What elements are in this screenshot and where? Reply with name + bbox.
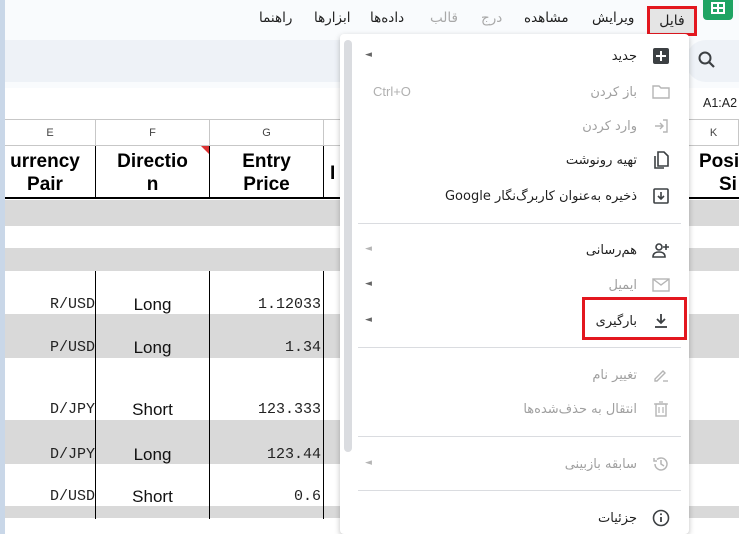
save-icon [649,186,673,206]
header-direction[interactable]: Directio n [96,146,210,199]
column-header-g[interactable]: G [210,120,324,146]
shortcut-label: Ctrl+O [373,84,411,99]
sheets-logo-icon[interactable] [703,0,733,20]
cell-border [323,271,324,519]
submenu-arrow-icon: ◄ [365,458,372,468]
submenu-arrow-icon: ◄ [365,315,372,325]
row-band [689,420,739,464]
share-icon [649,240,673,260]
cell-border [95,271,96,519]
header-text-line: Entry [242,151,291,172]
menu-label: وارد کردن [582,118,637,134]
cell-border [209,271,210,519]
row-band [689,248,739,271]
trash-icon [649,399,673,419]
cell-entry-price[interactable]: 1.12033 [210,290,324,320]
info-icon [649,508,673,528]
cell-currency-pair[interactable]: D/JPY [5,440,95,470]
header-currency-pair[interactable]: urrency Pair [5,146,96,199]
menu-label: ایمیل [608,277,637,293]
header-position-size[interactable]: Posi Si [689,146,739,199]
menu-item-make-copy[interactable]: تهیه رونوشت [349,144,679,176]
menu-label: تغییر نام [592,367,637,383]
header-text-line: urrency [10,151,80,172]
menu-label: باز کردن [590,84,637,100]
menu-view[interactable]: مشاهده [524,10,569,26]
cell-currency-pair[interactable]: D/USD [5,482,95,512]
menu-item-new[interactable]: جدید ◄ [349,40,679,72]
mail-icon [649,275,673,295]
menu-item-move-to-trash[interactable]: انتقال به حذف‌شده‌ها [349,393,679,425]
rename-icon [649,365,673,385]
menu-item-save-as-sheets[interactable]: ذخیره به‌عنوان کاربرگ‌نگار Google [349,180,679,212]
menu-label: هم‌رسانی [585,242,637,258]
row-band [689,314,739,358]
menu-label: انتقال به حذف‌شده‌ها [523,401,637,417]
menu-edit[interactable]: ویرایش [592,10,634,26]
cell-currency-pair[interactable]: P/USD [5,333,95,363]
menu-format[interactable]: قالب [430,10,458,26]
row-band [689,200,739,226]
cell-currency-pair[interactable]: D/JPY [5,395,95,425]
menu-separator [358,347,681,348]
submenu-arrow-icon: ◄ [365,279,372,289]
menu-item-version-history[interactable]: سابقه بازبینی ◄ [349,448,679,480]
submenu-arrow-icon: ◄ [365,50,372,60]
cell-currency-pair[interactable]: R/USD [5,290,95,320]
cell-direction[interactable]: Long [96,333,209,363]
menu-label: جدید [611,48,637,64]
header-text-line: Pair [27,174,63,195]
cell-entry-price[interactable]: 1.34 [210,333,324,363]
download-highlight-box [582,297,687,340]
column-header-e[interactable]: E [5,120,96,146]
menu-help[interactable]: راهنما [259,10,292,26]
new-sheet-icon [649,46,673,66]
column-header-f[interactable]: F [96,120,210,146]
menu-label: تهیه رونوشت [565,152,637,168]
column-header-k[interactable]: K [689,120,739,146]
menu-item-share[interactable]: هم‌رسانی ◄ [349,234,679,266]
cell-entry-price[interactable]: 0.6 [210,482,324,512]
cell-entry-price[interactable]: 123.333 [210,395,324,425]
comment-indicator-icon[interactable] [201,146,209,154]
header-text-line: n [146,174,159,195]
menu-label: جزئیات [598,510,637,526]
menu-data[interactable]: داده‌ها [370,10,404,26]
row-band [689,506,739,518]
header-text-line: Posi [699,151,739,172]
search-icon[interactable] [697,50,717,70]
header-text-line: Price [243,174,290,195]
menu-file[interactable]: فایل [647,6,697,36]
menu-separator [358,223,681,224]
menu-separator [358,490,681,491]
sheet-right-columns[interactable]: K Posi Si [689,120,739,534]
header-text-line: Si [719,174,737,195]
menu-item-import[interactable]: وارد کردن [349,110,679,142]
cell-direction[interactable]: Long [96,440,209,470]
cell-entry-price[interactable]: 123.44 [210,440,324,470]
cell-direction[interactable]: Short [96,395,209,425]
submenu-arrow-icon: ◄ [365,244,372,254]
menu-label: ذخیره به‌عنوان کاربرگ‌نگار Google [444,188,637,204]
menu-tools[interactable]: ابزارها [314,10,350,26]
header-text-line: Directio [117,151,188,172]
menu-insert[interactable]: درج [481,10,502,26]
history-icon [649,454,673,474]
menu-item-open[interactable]: باز کردن Ctrl+O [349,76,679,108]
name-box[interactable]: A1:A2 [703,96,737,110]
cell-direction[interactable]: Long [96,290,209,320]
header-entry-price[interactable]: Entry Price [210,146,324,199]
menu-item-details[interactable]: جزئیات [349,502,679,534]
copy-icon [649,150,673,170]
file-menu-dropdown: جدید ◄ باز کردن Ctrl+O وارد کردن تهیه رو… [340,34,689,534]
folder-icon [649,82,673,102]
import-icon [649,116,673,136]
cell-direction[interactable]: Short [96,482,209,512]
menu-item-rename[interactable]: تغییر نام [349,359,679,391]
menu-separator [358,436,681,437]
menu-label: سابقه بازبینی [564,456,637,472]
